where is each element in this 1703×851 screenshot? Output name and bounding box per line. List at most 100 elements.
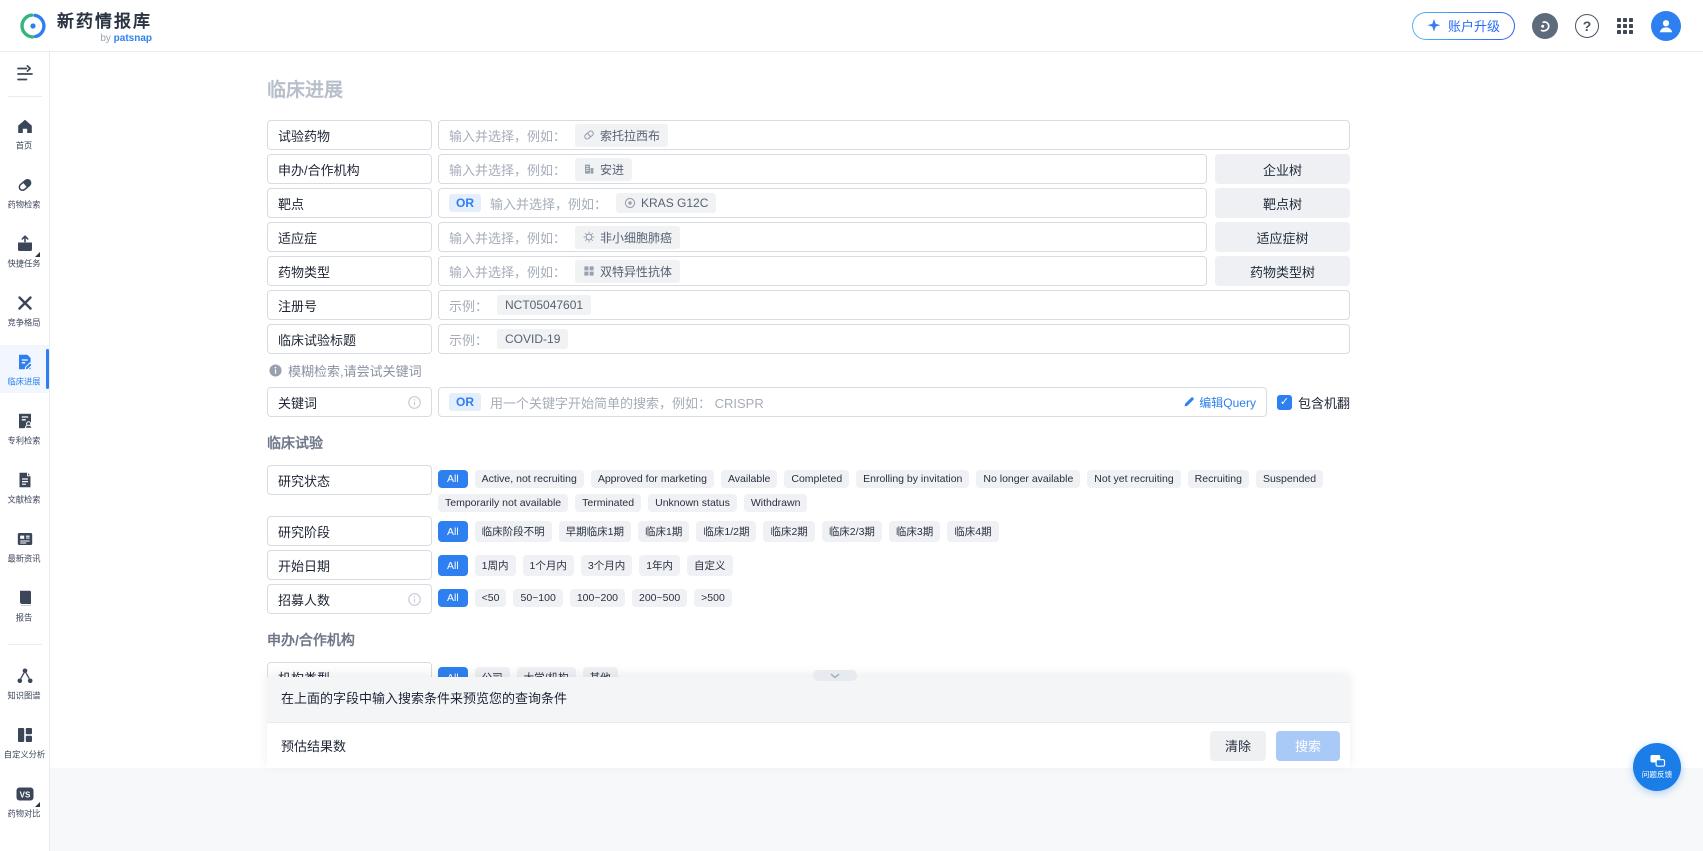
fuzzy-search-note: 模糊检索,请尝试关键词 bbox=[269, 361, 1350, 380]
query-preview-panel: 在上面的字段中输入搜索条件来预览您的查询条件 预估结果数 清除 搜索 bbox=[267, 677, 1350, 768]
sidebar-item-drug-search[interactable]: 药物检索 bbox=[0, 168, 49, 216]
search-button[interactable]: 搜索 bbox=[1276, 731, 1340, 761]
filter-option[interactable]: Terminated bbox=[575, 494, 641, 512]
keyword-field-selector[interactable]: 关键词 bbox=[267, 387, 432, 417]
app-screen: 新药情报库 by patsnap 账户升级 ? bbox=[0, 0, 1703, 851]
filter-option[interactable]: 50~100 bbox=[513, 589, 562, 607]
filter-option[interactable]: Completed bbox=[784, 470, 849, 488]
indication-field-selector[interactable]: 适应症 bbox=[267, 222, 432, 252]
drug-type-field-selector[interactable]: 药物类型 bbox=[267, 256, 432, 286]
sidebar-item-custom-analysis[interactable]: 自定义分析 bbox=[0, 718, 49, 766]
filter-option[interactable]: 临床4期 bbox=[947, 521, 998, 542]
sidebar-item-quick-tasks[interactable]: 快捷任务 bbox=[0, 227, 49, 275]
target-field-selector[interactable]: 靶点 bbox=[267, 188, 432, 218]
filter-option[interactable]: All bbox=[438, 470, 468, 488]
enrollment-field-selector[interactable]: 招募人数 bbox=[267, 584, 432, 614]
submenu-corner-icon bbox=[35, 802, 40, 807]
checkbox-checked-icon[interactable]: ✓ bbox=[1277, 395, 1292, 410]
sidebar-item-patent-search[interactable]: 专利检索 bbox=[0, 404, 49, 452]
collapse-sidebar-icon[interactable] bbox=[0, 52, 49, 96]
patent-search-icon bbox=[15, 411, 35, 431]
drug-type-tree-button[interactable]: 药物类型树 bbox=[1215, 256, 1350, 286]
row-keyword: 关键词 OR 用一个关键字开始简单的搜索，例如： CRISPR 编辑Query bbox=[267, 387, 1350, 417]
filter-option[interactable]: 200~500 bbox=[632, 589, 687, 607]
filter-option[interactable]: 临床1/2期 bbox=[696, 521, 756, 542]
panel-collapse-handle[interactable] bbox=[813, 670, 857, 681]
filter-option[interactable]: All bbox=[438, 521, 468, 542]
avatar[interactable] bbox=[1651, 11, 1681, 41]
sidebar-item-drug-compare[interactable]: VS 药物对比 bbox=[0, 777, 49, 825]
trial-drug-field-selector[interactable]: 试验药物 bbox=[267, 120, 432, 150]
filter-option[interactable]: 1周内 bbox=[475, 555, 516, 576]
filter-option[interactable]: Unknown status bbox=[648, 494, 737, 512]
include-machine-translation-toggle[interactable]: ✓ 包含机翻 bbox=[1277, 387, 1350, 417]
filter-option[interactable]: 3个月内 bbox=[581, 555, 632, 576]
registration-number-field-selector[interactable]: 注册号 bbox=[267, 290, 432, 320]
filter-option[interactable]: All bbox=[438, 555, 468, 576]
filter-option[interactable]: Not yet recruiting bbox=[1087, 470, 1180, 488]
account-upgrade-button[interactable]: 账户升级 bbox=[1412, 12, 1515, 40]
filter-option[interactable]: >500 bbox=[694, 589, 732, 607]
sponsor-input[interactable]: 输入并选择，例如： 安进 bbox=[438, 154, 1207, 184]
home-icon bbox=[15, 116, 35, 136]
info-icon bbox=[408, 396, 421, 409]
filter-option[interactable]: Recruiting bbox=[1188, 470, 1249, 488]
filter-option[interactable]: 1年内 bbox=[639, 555, 680, 576]
patsnap-product-icon[interactable] bbox=[1532, 13, 1558, 39]
target-input[interactable]: OR 输入并选择，例如： KRAS G12C bbox=[438, 188, 1207, 218]
start-date-field-selector[interactable]: 开始日期 bbox=[267, 550, 432, 580]
clear-button[interactable]: 清除 bbox=[1210, 731, 1266, 761]
trial-drug-input[interactable]: 输入并选择，例如： 索托拉西布 bbox=[438, 120, 1350, 150]
indication-input[interactable]: 输入并选择，例如： 非小细胞肺癌 bbox=[438, 222, 1207, 252]
filter-option[interactable]: 100~200 bbox=[570, 589, 625, 607]
target-tree-button[interactable]: 靶点树 bbox=[1215, 188, 1350, 218]
sidebar-item-competitive-landscape[interactable]: 竞争格局 bbox=[0, 286, 49, 334]
feedback-button[interactable]: 问题反馈 bbox=[1633, 743, 1681, 791]
filter-option[interactable]: No longer available bbox=[976, 470, 1080, 488]
input-placeholder: 输入并选择，例如： bbox=[449, 228, 566, 247]
filter-option[interactable]: Enrolling by invitation bbox=[856, 470, 969, 488]
study-phase-field-selector[interactable]: 研究阶段 bbox=[267, 516, 432, 546]
filter-option[interactable]: All bbox=[438, 589, 468, 607]
filter-option[interactable]: Active, not recruiting bbox=[475, 470, 584, 488]
sidebar-item-literature-search[interactable]: 文献检索 bbox=[0, 463, 49, 511]
panel-footer: 预估结果数 清除 搜索 bbox=[267, 722, 1350, 768]
filter-option[interactable]: Temporarily not available bbox=[438, 494, 568, 512]
filter-option[interactable]: 1个月内 bbox=[523, 555, 574, 576]
filter-option[interactable]: 临床2期 bbox=[763, 521, 814, 542]
keyword-input[interactable]: OR 用一个关键字开始简单的搜索，例如： CRISPR 编辑Query bbox=[438, 387, 1267, 417]
edit-query-link[interactable]: 编辑Query bbox=[1183, 394, 1256, 411]
filter-option[interactable]: Withdrawn bbox=[744, 494, 808, 512]
apps-grid-icon[interactable] bbox=[1616, 17, 1634, 35]
or-operator-badge[interactable]: OR bbox=[449, 393, 481, 411]
filter-option[interactable]: Approved for marketing bbox=[591, 470, 714, 488]
filter-option[interactable]: 自定义 bbox=[687, 555, 733, 576]
sidebar-item-latest-news[interactable]: 最新资讯 bbox=[0, 522, 49, 570]
filter-option[interactable]: Suspended bbox=[1256, 470, 1323, 488]
quick-tasks-icon bbox=[15, 234, 35, 254]
registration-number-input[interactable]: 示例： NCT05047601 bbox=[438, 290, 1350, 320]
study-status-field-selector[interactable]: 研究状态 bbox=[267, 465, 432, 495]
sidebar-item-home[interactable]: 首页 bbox=[0, 109, 49, 157]
example-chip: COVID-19 bbox=[497, 329, 568, 349]
drug-type-input[interactable]: 输入并选择，例如： 双特异性抗体 bbox=[438, 256, 1207, 286]
filter-option[interactable]: 临床3期 bbox=[889, 521, 940, 542]
filter-option[interactable]: 临床阶段不明 bbox=[475, 521, 552, 542]
sidebar-item-clinical-progress[interactable]: 临床进展 bbox=[0, 345, 49, 393]
help-icon[interactable]: ? bbox=[1575, 14, 1599, 38]
sidebar-item-knowledge-graph[interactable]: 知识图谱 bbox=[0, 659, 49, 707]
filter-option[interactable]: 早期临床1期 bbox=[559, 521, 631, 542]
trial-title-input[interactable]: 示例： COVID-19 bbox=[438, 324, 1350, 354]
trial-title-field-selector[interactable]: 临床试验标题 bbox=[267, 324, 432, 354]
sponsor-field-selector[interactable]: 申办/合作机构 bbox=[267, 154, 432, 184]
filter-option[interactable]: 临床2/3期 bbox=[822, 521, 882, 542]
or-operator-badge[interactable]: OR bbox=[449, 194, 481, 212]
sidebar-item-reports[interactable]: 报告 bbox=[0, 581, 49, 629]
main-content: 临床进展 试验药物 输入并选择，例如： 索托拉西布 申办/合作机构 bbox=[267, 52, 1350, 696]
indication-tree-button[interactable]: 适应症树 bbox=[1215, 222, 1350, 252]
filter-option[interactable]: 临床1期 bbox=[638, 521, 689, 542]
company-tree-button[interactable]: 企业树 bbox=[1215, 154, 1350, 184]
app-logo[interactable]: 新药情报库 by patsnap bbox=[18, 7, 152, 44]
filter-option[interactable]: <50 bbox=[475, 589, 507, 607]
filter-option[interactable]: Available bbox=[721, 470, 777, 488]
